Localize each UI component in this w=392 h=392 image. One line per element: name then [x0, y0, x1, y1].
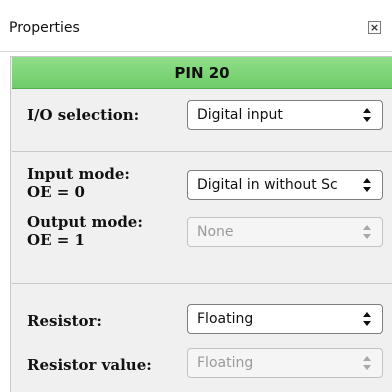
updown-arrows-icon	[361, 353, 373, 373]
pin-header: PIN 20	[12, 57, 392, 89]
output-mode-label-line2: OE = 1	[27, 231, 85, 249]
mode-group: Input mode: OE = 0 Digital in without Sc…	[12, 151, 392, 291]
resistor-value-label: Resistor value:	[27, 356, 152, 374]
input-mode-label-line1: Input mode:	[27, 165, 130, 183]
updown-arrows-icon	[361, 222, 373, 242]
output-mode-value: None	[197, 224, 234, 240]
resistor-group: Resistor: Floating Resistor value: Float…	[12, 283, 392, 392]
resistor-value-value: Floating	[197, 355, 254, 371]
io-selection-combo[interactable]: Digital input	[187, 100, 383, 130]
output-mode-label-line1: Output mode:	[27, 213, 143, 231]
resistor-label: Resistor:	[27, 312, 102, 330]
resistor-value: Floating	[197, 311, 254, 327]
input-mode-label: Input mode: OE = 0	[27, 165, 130, 201]
resistor-combo[interactable]: Floating	[187, 304, 383, 334]
io-selection-label: I/O selection:	[27, 106, 140, 124]
io-selection-group: I/O selection: Digital input	[12, 89, 392, 141]
close-icon[interactable]: ×	[368, 21, 381, 34]
properties-titlebar: Properties ×	[0, 0, 392, 52]
updown-arrows-icon	[361, 105, 373, 125]
updown-arrows-icon	[361, 309, 373, 329]
input-mode-combo[interactable]: Digital in without Sc	[187, 170, 383, 200]
resistor-value-combo: Floating	[187, 348, 383, 378]
window-title: Properties	[9, 20, 80, 36]
io-selection-value: Digital input	[197, 107, 283, 123]
output-mode-label: Output mode: OE = 1	[27, 213, 143, 249]
input-mode-value: Digital in without Sc	[197, 177, 338, 193]
input-mode-label-line2: OE = 0	[27, 183, 85, 201]
updown-arrows-icon	[361, 175, 373, 195]
output-mode-combo: None	[187, 217, 383, 247]
